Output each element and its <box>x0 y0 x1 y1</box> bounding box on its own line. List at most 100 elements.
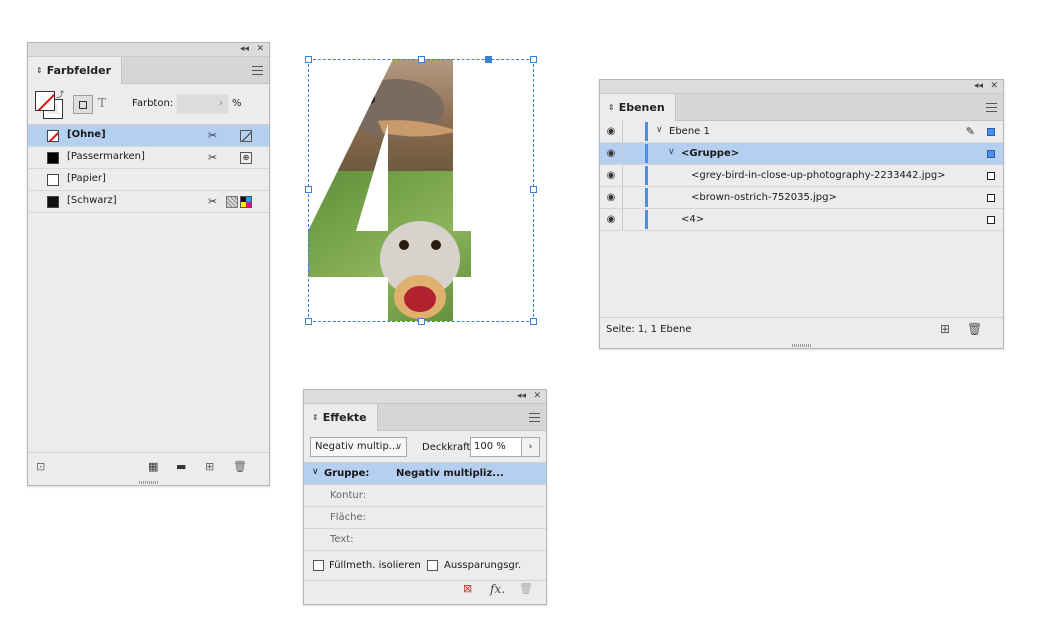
content-grabber-handle[interactable] <box>485 56 492 63</box>
isolate-blending-label: Füllmeth. isolieren <box>329 560 421 571</box>
layer-row-grey-bird[interactable]: ◉ <grey-bird-in-close-up-photography-223… <box>600 165 1003 187</box>
collapse-icon[interactable]: ◂◂ <box>974 81 983 92</box>
lock-column[interactable] <box>622 143 623 164</box>
swatch-row-passermarken[interactable]: [Passermarken] ✂ ⊕ <box>28 147 269 169</box>
lock-column[interactable] <box>622 165 623 186</box>
swatch-chip-none <box>47 130 59 142</box>
tab-farbfelder[interactable]: ⇕ Farbfelder <box>28 57 123 84</box>
updown-icon: ⇕ <box>312 413 319 422</box>
lock-column[interactable] <box>622 187 623 208</box>
resize-handle[interactable] <box>305 56 312 63</box>
chevron-down-icon[interactable]: ∨ <box>656 125 663 135</box>
close-icon[interactable]: ✕ <box>256 44 264 55</box>
trash-icon[interactable]: 🗑 <box>233 460 247 473</box>
swatches-toolbar: ⤴ T Farbton: › % <box>28 84 269 125</box>
lock-column[interactable] <box>622 121 623 142</box>
selection-square[interactable] <box>987 172 995 180</box>
isolate-blending-checkbox[interactable] <box>313 560 324 571</box>
swatch-row-schwarz[interactable]: [Schwarz] ✂ <box>28 191 269 213</box>
swatch-chip-black <box>47 152 59 164</box>
panel-menu-icon[interactable] <box>529 413 540 422</box>
farbton-input[interactable]: › <box>176 94 229 114</box>
layer-row-gruppe[interactable]: ◉ ∨ <Gruppe> <box>600 143 1003 165</box>
resize-handle[interactable] <box>305 318 312 325</box>
artwork-group[interactable] <box>308 59 534 321</box>
eye-icon[interactable]: ◉ <box>605 170 617 181</box>
resize-handle[interactable] <box>418 56 425 63</box>
swatch-row-papier[interactable]: [Papier] <box>28 169 269 191</box>
effects-row-key: Fläche: <box>330 512 367 523</box>
panel-titlebar[interactable]: ◂◂ ✕ <box>28 43 269 57</box>
effects-row-flaeche[interactable]: Fläche: <box>304 507 546 529</box>
knockout-group-checkbox[interactable] <box>427 560 438 571</box>
layer-row-4[interactable]: ◉ <4> <box>600 209 1003 231</box>
format-container-button[interactable] <box>73 95 93 114</box>
swatches-footer: ⊡ ▦ ▬ ⊞ 🗑 <box>28 452 269 478</box>
selection-square[interactable] <box>987 150 995 158</box>
collapse-icon[interactable]: ◂◂ <box>240 44 249 55</box>
layer-label: Ebene 1 <box>669 126 710 137</box>
swatch-list: [Ohne] ✂ [Passermarken] ✂ ⊕ [Papier] [Sc… <box>28 125 269 213</box>
chevron-down-icon[interactable]: ∨ <box>312 467 319 477</box>
panel-menu-icon[interactable] <box>986 103 997 112</box>
layers-panel: ◂◂ ✕ ⇕ Ebenen ◉ ∨ Ebene 1 ✎ ◉ ∨ <Gruppe>… <box>599 79 1004 349</box>
new-layer-icon[interactable]: ⊞ <box>940 322 950 336</box>
collapse-icon[interactable]: ◂◂ <box>517 391 526 402</box>
format-text-button[interactable]: T <box>98 96 106 110</box>
effects-row-key: Kontur: <box>330 490 367 501</box>
eye-icon[interactable]: ◉ <box>605 148 617 159</box>
folder-icon[interactable]: ▬ <box>176 460 186 473</box>
opacity-input[interactable]: 100 % <box>470 437 522 457</box>
panel-menu-icon[interactable] <box>252 66 263 75</box>
selection-square[interactable] <box>987 194 995 202</box>
show-options-icon[interactable]: ⊡ <box>36 460 45 473</box>
fx-icon[interactable]: fx. <box>490 582 505 596</box>
eye-icon[interactable]: ◉ <box>605 126 617 137</box>
clear-effects-icon[interactable]: ⊠ <box>463 582 472 595</box>
effects-footer: ⊠ fx. 🗑 <box>304 578 546 600</box>
selection-square[interactable] <box>987 216 995 224</box>
resize-handle[interactable] <box>305 186 312 193</box>
resize-handle[interactable] <box>418 318 425 325</box>
lock-column[interactable] <box>622 209 623 230</box>
resize-handle[interactable] <box>530 318 537 325</box>
resize-grip[interactable] <box>138 481 159 484</box>
effects-row-value: Negativ multipliz... <box>396 468 504 479</box>
close-icon[interactable]: ✕ <box>990 81 998 92</box>
swatch-view-icon[interactable]: ▦ <box>148 460 158 473</box>
eye-icon[interactable]: ◉ <box>605 192 617 203</box>
fill-stroke-widget[interactable]: ⤴ <box>35 89 64 119</box>
layer-color-bar <box>645 210 648 229</box>
layer-list: ◉ ∨ Ebene 1 ✎ ◉ ∨ <Gruppe> ◉ <grey-bird-… <box>600 121 1003 231</box>
close-icon[interactable]: ✕ <box>533 391 541 402</box>
swap-icon[interactable]: ⤴ <box>56 89 64 100</box>
effects-row-gruppe[interactable]: ∨ Gruppe: Negativ multipliz... <box>304 463 546 485</box>
resize-handle[interactable] <box>530 186 537 193</box>
layers-footer: Seite: 1, 1 Ebene ⊞ 🗑 <box>600 317 1003 341</box>
tab-effekte[interactable]: ⇕ Effekte <box>304 404 378 431</box>
layer-label: <grey-bird-in-close-up-photography-22334… <box>691 170 946 181</box>
blend-mode-select[interactable]: Negativ multip... ∨ <box>310 437 407 457</box>
chevron-right-icon[interactable]: › <box>219 98 223 109</box>
new-swatch-icon[interactable]: ⊞ <box>205 460 214 473</box>
panel-titlebar[interactable]: ◂◂ ✕ <box>600 80 1003 94</box>
effects-row-text[interactable]: Text: <box>304 529 546 551</box>
swatch-row-ohne[interactable]: [Ohne] ✂ <box>28 125 269 147</box>
effects-row-kontur[interactable]: Kontur: <box>304 485 546 507</box>
blend-mode-value: Negativ multip... <box>315 441 399 452</box>
selection-square[interactable] <box>987 128 995 136</box>
swatch-name: [Schwarz] <box>67 195 117 206</box>
swatch-chip-white <box>47 174 59 186</box>
eye-icon[interactable]: ◉ <box>605 214 617 225</box>
tab-ebenen[interactable]: ⇕ Ebenen <box>600 94 676 121</box>
panel-titlebar[interactable]: ◂◂ ✕ <box>304 390 546 404</box>
layer-row-brown-ostrich[interactable]: ◉ <brown-ostrich-752035.jpg> <box>600 187 1003 209</box>
fill-icon[interactable] <box>35 91 55 111</box>
resize-grip[interactable] <box>791 344 812 347</box>
opacity-slider-button[interactable]: › <box>521 437 540 457</box>
trash-icon[interactable]: 🗑 <box>967 322 982 336</box>
layer-row-ebene-1[interactable]: ◉ ∨ Ebene 1 ✎ <box>600 121 1003 143</box>
resize-handle[interactable] <box>530 56 537 63</box>
chevron-down-icon[interactable]: ∨ <box>668 147 675 157</box>
trash-icon[interactable]: 🗑 <box>519 582 533 595</box>
